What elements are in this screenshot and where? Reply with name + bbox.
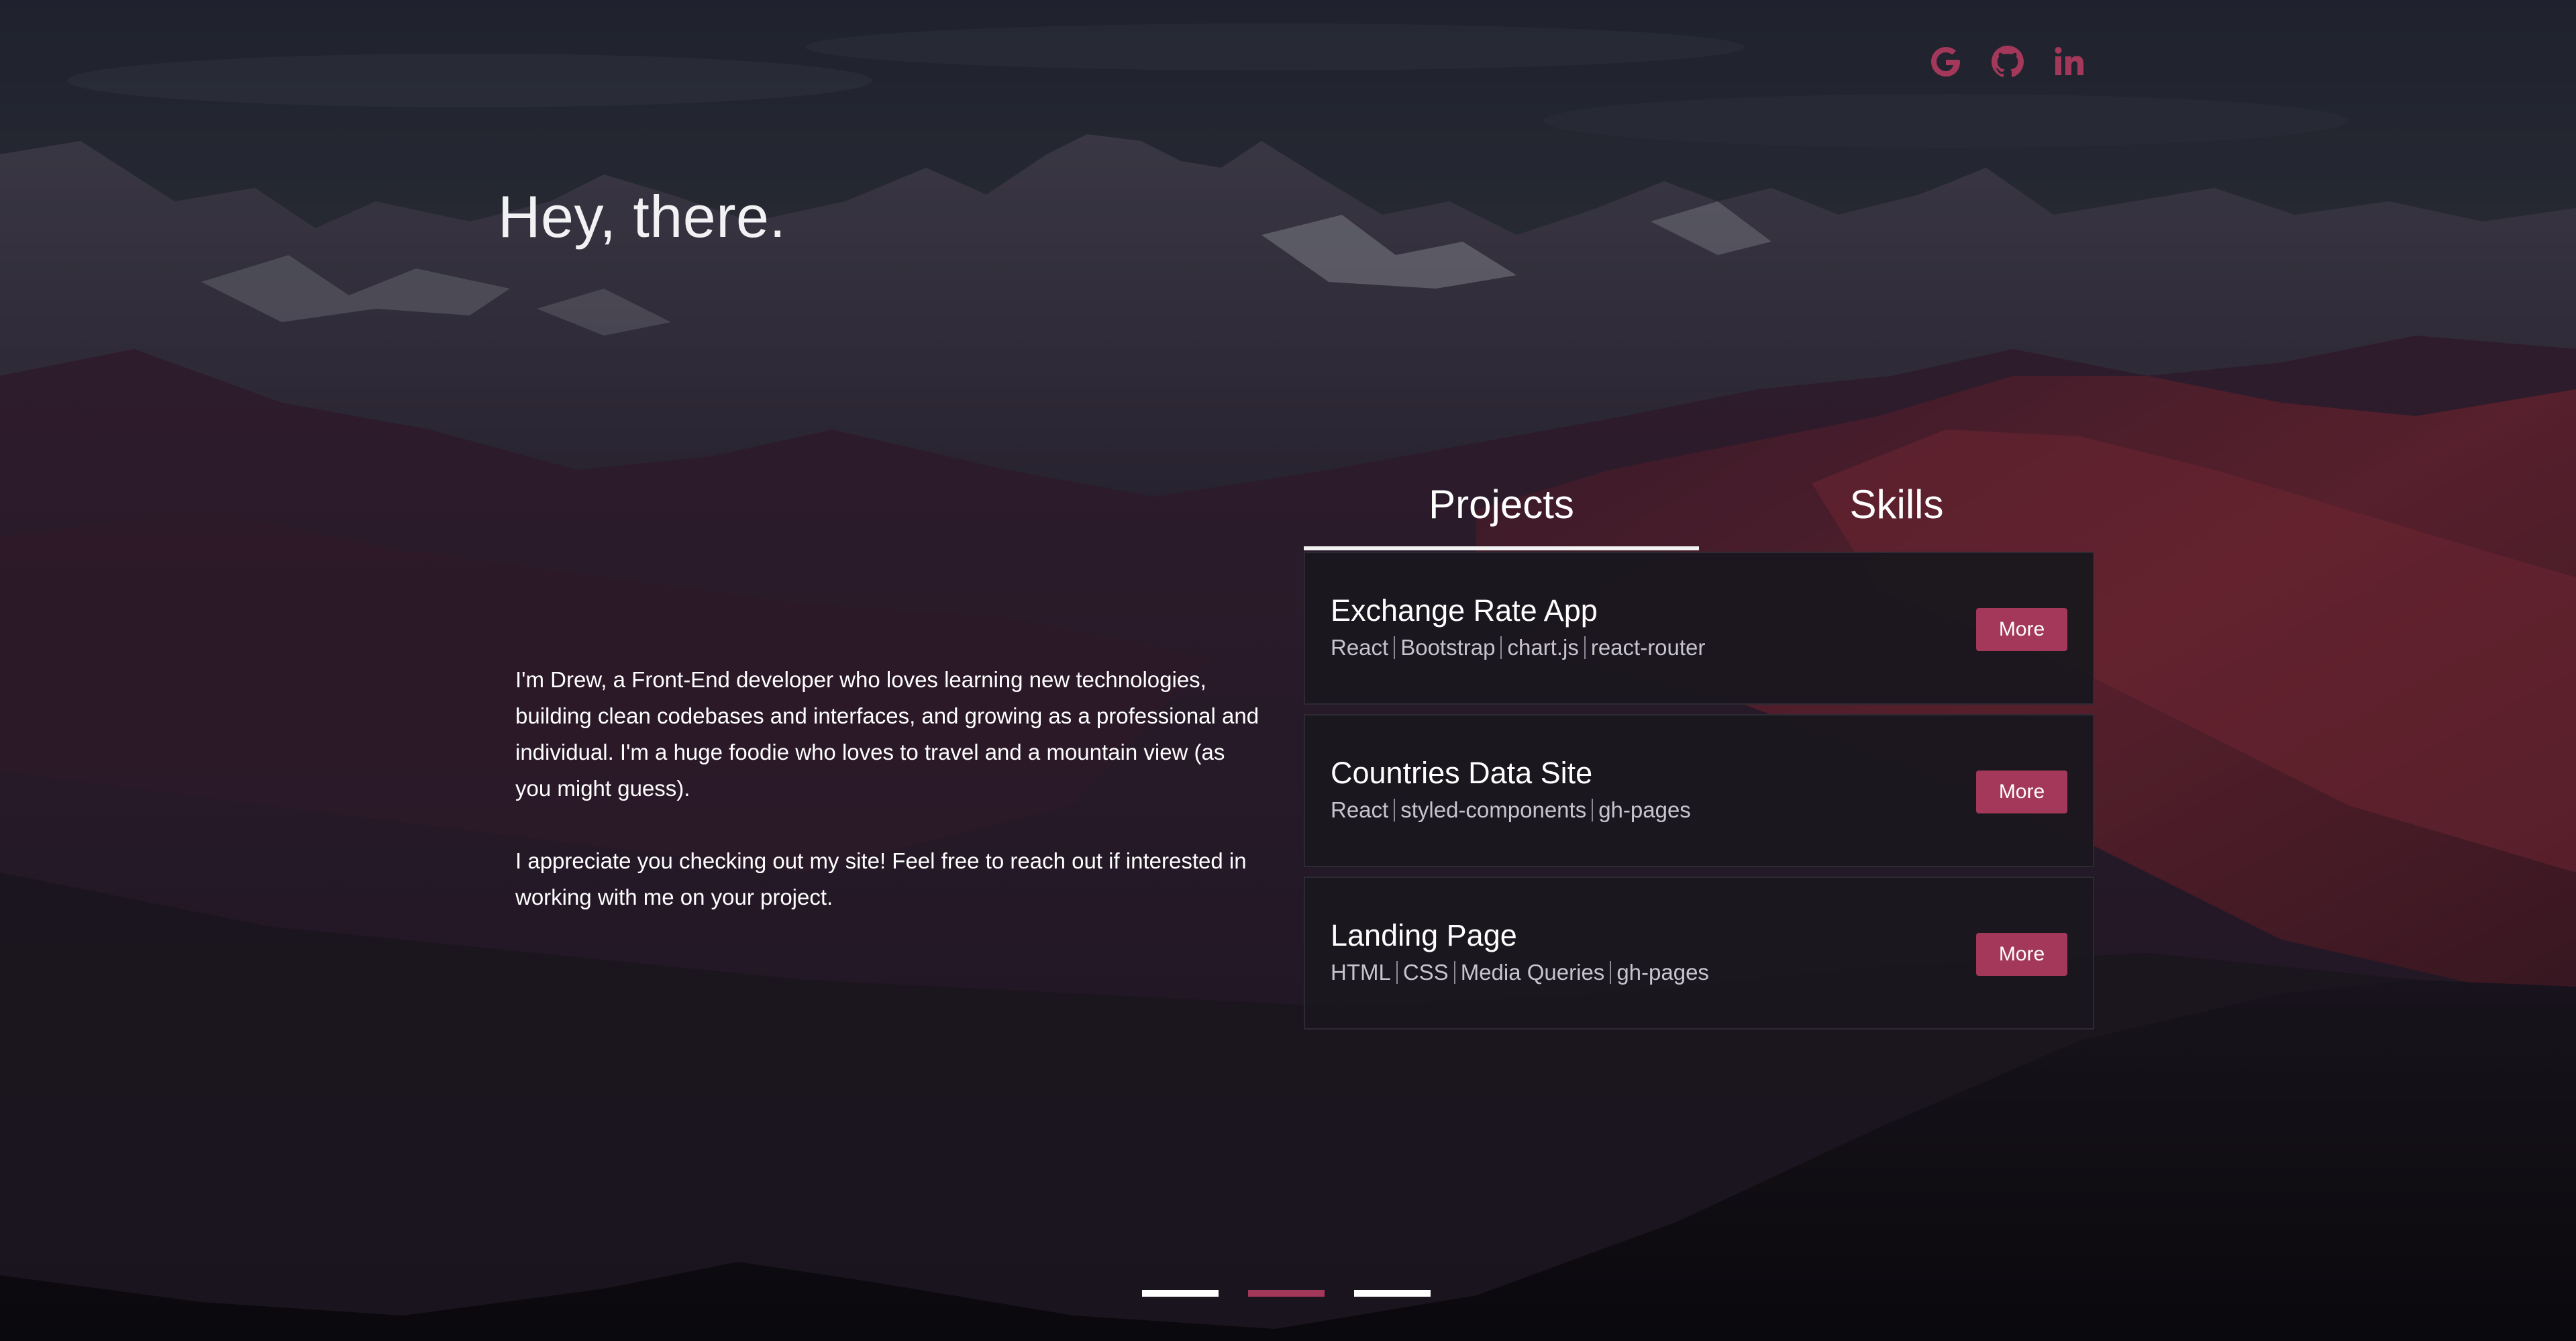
page-indicator [1142,1290,1431,1297]
project-tags: React styled-components gh-pages [1331,799,1696,822]
project-tag: styled-components [1394,799,1592,822]
about-section: I'm Drew, a Front-End developer who love… [515,662,1260,952]
about-paragraph: I'm Drew, a Front-End developer who love… [515,667,1259,801]
page-title: Hey, there. [498,183,786,250]
project-tag: gh-pages [1610,961,1714,984]
project-title: Landing Page [1331,918,1517,952]
google-icon[interactable] [1926,42,1966,82]
project-tag: CSS [1396,961,1454,984]
github-icon[interactable] [1988,42,2028,82]
more-button[interactable]: More [1976,933,2067,976]
project-list: Exchange Rate App React Bootstrap chart.… [1304,552,2094,1039]
social-links [1926,42,2090,82]
tab-projects[interactable]: Projects [1304,471,1699,550]
project-card: Exchange Rate App React Bootstrap chart.… [1304,552,2094,705]
project-tag: Media Queries [1453,961,1610,984]
project-card: Landing Page HTML CSS Media Queries gh-p… [1304,877,2094,1030]
project-tag: gh-pages [1592,799,1696,822]
project-tag: React [1331,635,1389,660]
tab-bar: Projects Skills [1304,471,2094,550]
linkedin-icon[interactable] [2049,42,2090,82]
project-tag: Bootstrap [1394,636,1500,659]
more-button[interactable]: More [1976,771,2067,813]
project-title: Exchange Rate App [1331,593,1598,628]
more-button[interactable]: More [1976,608,2067,651]
project-tags: React Bootstrap chart.js react-router [1331,636,1710,659]
project-tag: React [1331,797,1389,822]
page-dot[interactable] [1142,1290,1219,1297]
page-dot[interactable] [1354,1290,1431,1297]
page-content: Hey, there. I'm Drew, a Front-End develo… [0,0,2576,1341]
project-tags: HTML CSS Media Queries gh-pages [1331,961,1714,984]
page-dot-active[interactable] [1248,1290,1325,1297]
project-title: Countries Data Site [1331,756,1593,790]
tab-skills[interactable]: Skills [1699,471,2094,550]
about-paragraph: I appreciate you checking out my site! F… [515,848,1247,909]
project-tag: chart.js [1500,636,1584,659]
project-tag: HTML [1331,960,1391,985]
project-tag: react-router [1584,636,1711,659]
project-card: Countries Data Site React styled-compone… [1304,714,2094,867]
